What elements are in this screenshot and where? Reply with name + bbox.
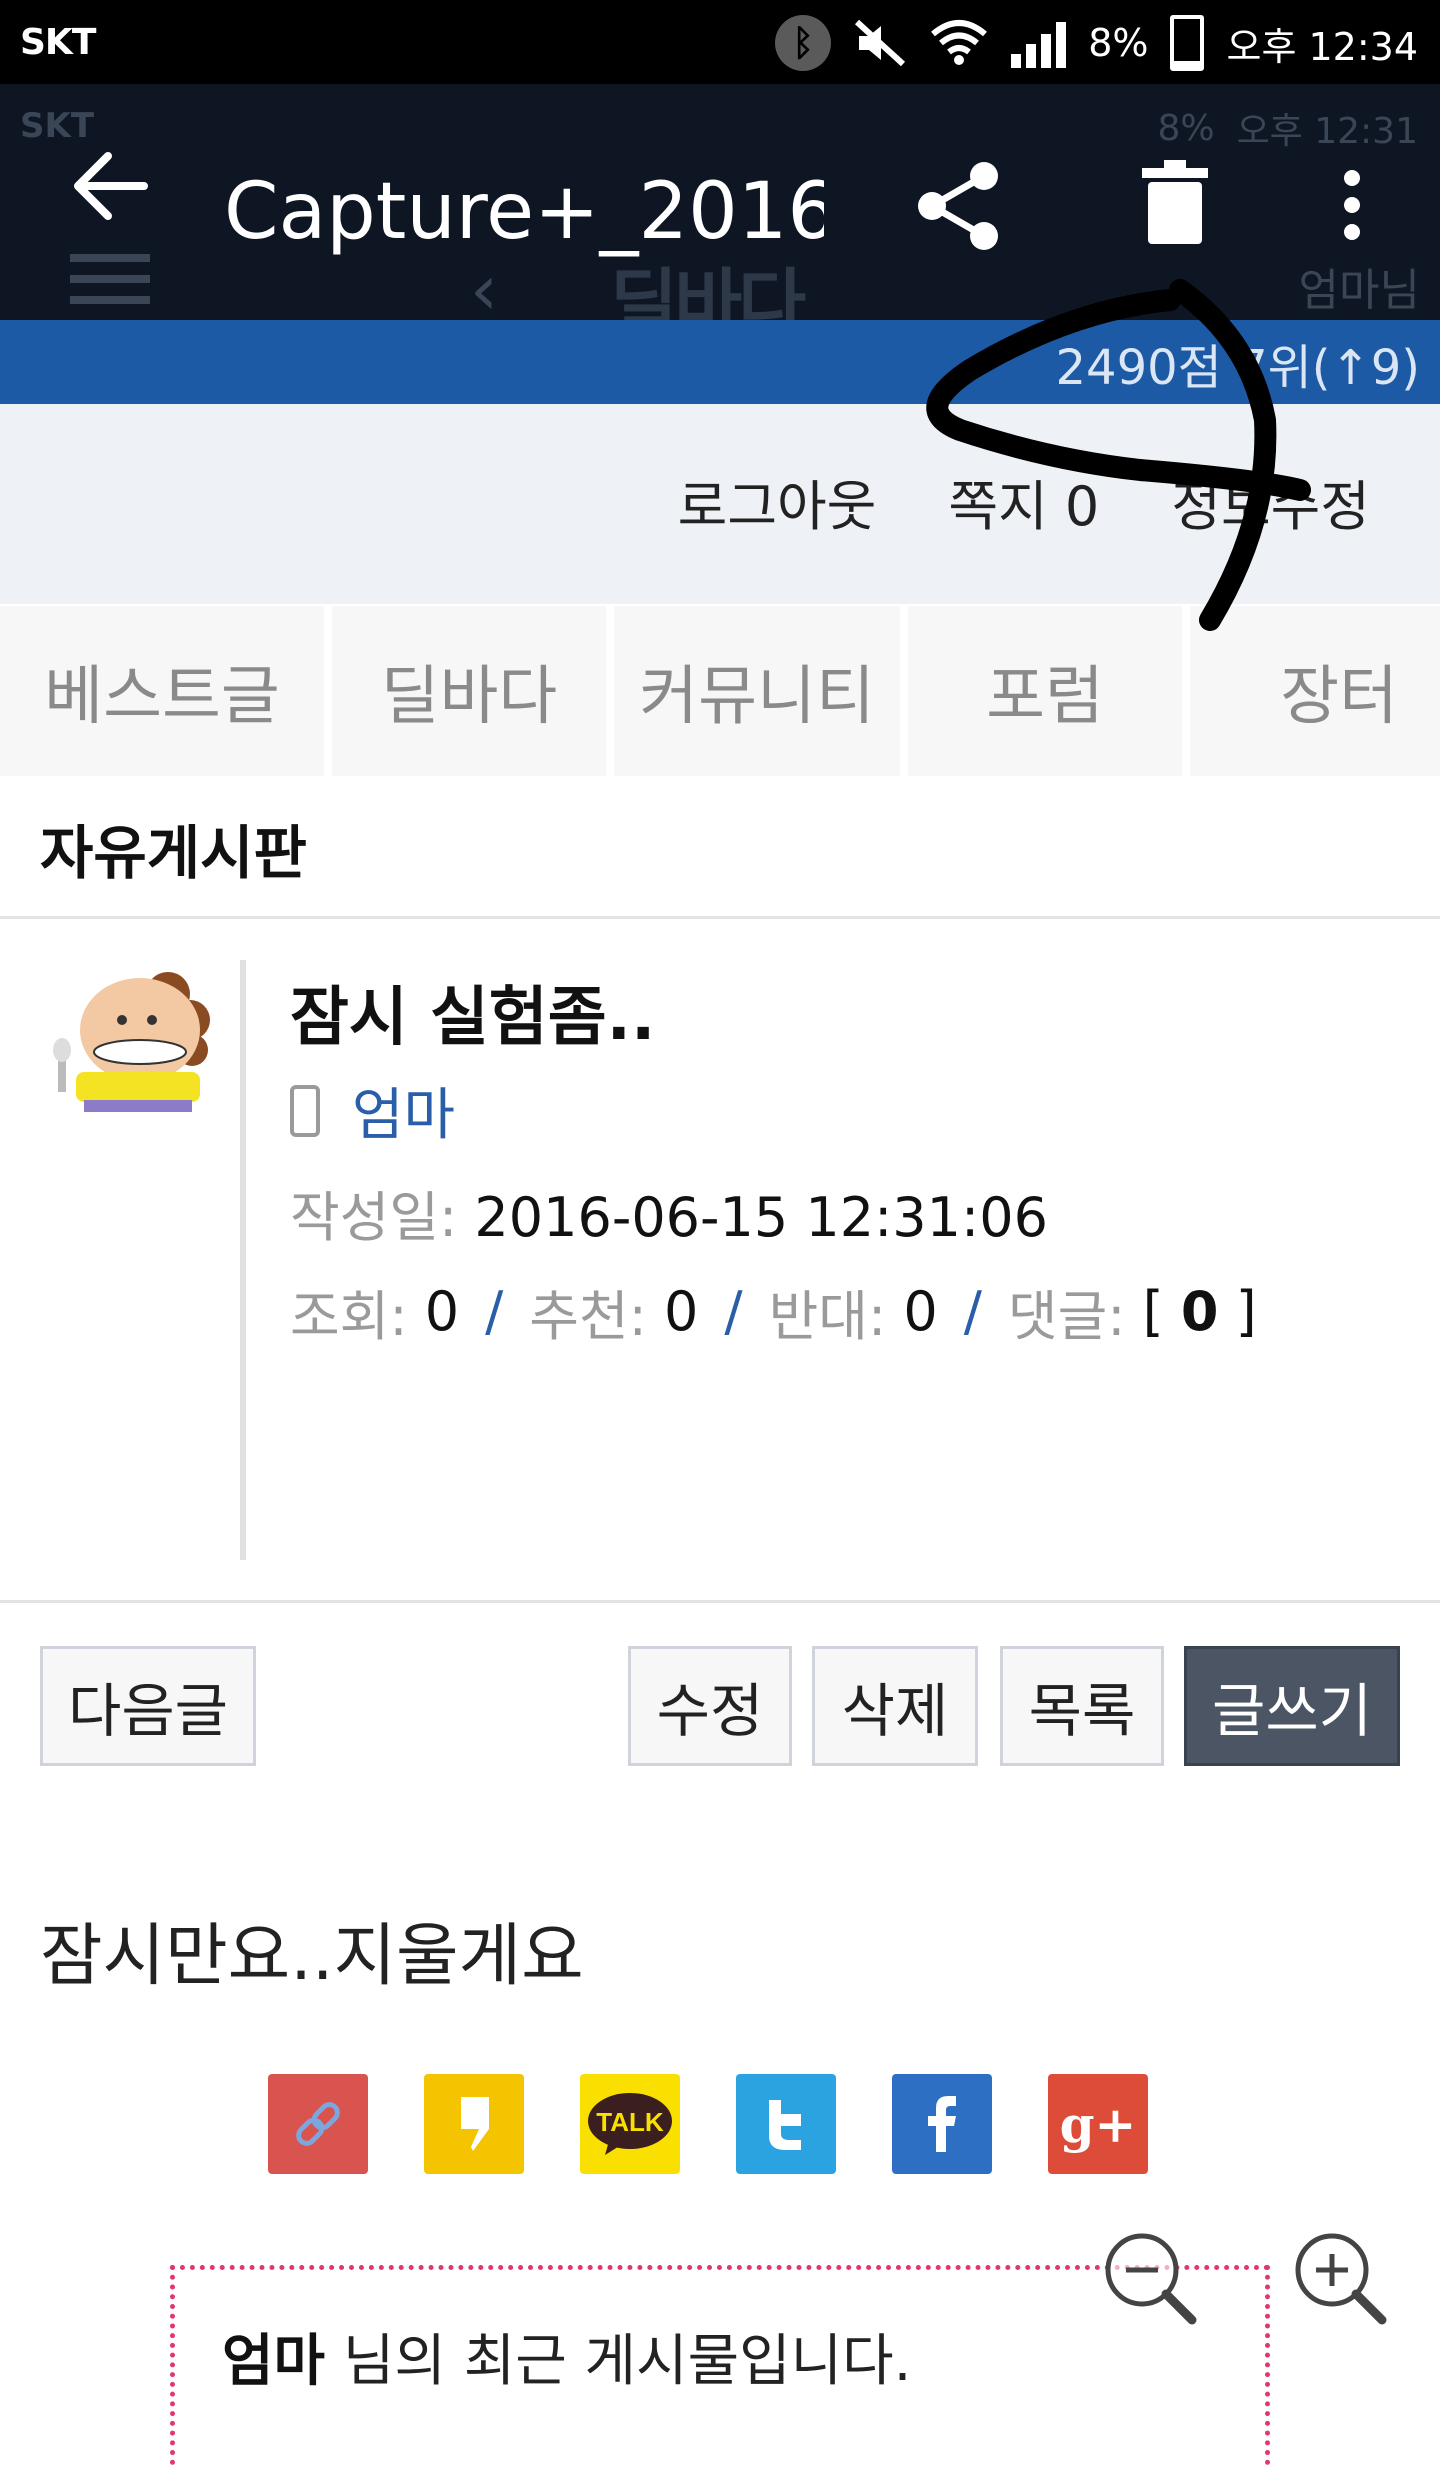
- points-rank: 2490점 7위(↑9): [1055, 340, 1420, 396]
- kakaotalk-icon[interactable]: TALK: [580, 2074, 680, 2174]
- more-vert-icon[interactable]: [1338, 168, 1366, 242]
- chevron-left-icon: ‹: [470, 249, 498, 331]
- status-bar: SKT ᛒ 8% 오후 12:34: [0, 0, 1440, 84]
- action-bar: Capture+_2016-06-15-12-31-07: [0, 84, 1440, 257]
- battery-icon: [1170, 15, 1205, 71]
- user-links: 로그아웃 쪽지 0 정보수정: [678, 462, 1370, 541]
- back-arrow-icon[interactable]: [70, 146, 150, 226]
- nav-tabs: 베스트글 딜바다 커뮤니티 포럼 장터: [0, 606, 1440, 776]
- zoom-in-icon[interactable]: [1290, 2228, 1390, 2328]
- recent-user: 엄마: [222, 2329, 326, 2394]
- date-value: 2016-06-15 12:31:06: [474, 1186, 1048, 1249]
- points-bar: 2490점 7위(↑9): [0, 320, 1440, 404]
- board-title: 자유게시판: [40, 819, 307, 887]
- messages-link[interactable]: 쪽지 0: [948, 462, 1099, 541]
- kakaostory-icon[interactable]: [424, 2074, 524, 2174]
- menu-icon: [70, 254, 150, 304]
- avatar: [53, 972, 210, 1112]
- status-icons: ᛒ 8% 오후 12:34: [775, 14, 1418, 72]
- recent-posts-heading: 엄마 님의 최근 게시물입니다.: [222, 2316, 911, 2397]
- link-icon[interactable]: [268, 2074, 368, 2174]
- clock: 오후 12:34: [1226, 24, 1418, 69]
- write-button[interactable]: 글쓰기: [1184, 1646, 1400, 1766]
- recommend-label: 추천:: [529, 1285, 647, 1348]
- post-header-border: [240, 960, 246, 1560]
- post-date: 작성일: 2016-06-15 12:31:06: [290, 1173, 1048, 1252]
- divider: [0, 916, 1440, 919]
- tab-best[interactable]: 베스트글: [0, 606, 332, 776]
- comments-value: 0: [1180, 1280, 1219, 1343]
- comments-label: 댓글:: [1007, 1285, 1126, 1348]
- logout-link[interactable]: 로그아웃: [678, 462, 877, 541]
- divider-slash: /: [724, 1280, 743, 1343]
- tab-forum[interactable]: 포럼: [908, 606, 1190, 776]
- author-link[interactable]: 엄마: [352, 1070, 455, 1151]
- mute-icon: [855, 19, 906, 67]
- oppose-label: 반대:: [768, 1285, 887, 1348]
- post-author: 엄마: [290, 1070, 455, 1151]
- views-label: 조회:: [290, 1285, 408, 1348]
- twitter-icon[interactable]: [736, 2074, 836, 2174]
- divider: [0, 1600, 1440, 1603]
- user-links-bar: 로그아웃 쪽지 0 정보수정: [0, 404, 1440, 604]
- capture-title: Capture+_2016-06-15-12-31-07: [224, 167, 824, 257]
- post-content: 잠시만요..지울게요: [40, 1917, 584, 1996]
- googleplus-icon[interactable]: g+: [1048, 2074, 1148, 2174]
- tab-community[interactable]: 커뮤니티: [614, 606, 908, 776]
- oppose-value: 0: [903, 1280, 938, 1343]
- divider-slash: /: [485, 1280, 504, 1343]
- signal-icon: [1011, 18, 1067, 68]
- carrier-label: SKT: [20, 22, 96, 63]
- next-post-button[interactable]: 다음글: [40, 1646, 256, 1766]
- bluetooth-icon: ᛒ: [775, 15, 832, 71]
- list-button[interactable]: 목록: [1000, 1646, 1164, 1766]
- recommend-value: 0: [664, 1280, 699, 1343]
- ghost-username: 엄마님: [1298, 265, 1420, 316]
- post-stats: 조회: 0 / 추천: 0 / 반대: 0 / 댓글: [ 0 ]: [290, 1272, 1257, 1351]
- trash-icon[interactable]: [1140, 160, 1210, 246]
- tab-dealbada[interactable]: 딜바다: [332, 606, 614, 776]
- battery-percent: 8%: [1088, 21, 1149, 65]
- tab-market[interactable]: 장터: [1190, 606, 1440, 776]
- post-title: 잠시 실험좀..: [290, 981, 656, 1055]
- comments-close: ]: [1235, 1280, 1257, 1343]
- kakaotalk-label: TALK: [596, 2107, 664, 2137]
- edit-profile-link[interactable]: 정보수정: [1171, 462, 1370, 541]
- facebook-icon[interactable]: [892, 2074, 992, 2174]
- comments-open: [: [1142, 1280, 1164, 1343]
- zoom-out-icon[interactable]: [1100, 2228, 1200, 2328]
- share-icon[interactable]: [910, 158, 1006, 254]
- wifi-icon: [931, 20, 988, 65]
- views-value: 0: [424, 1280, 460, 1343]
- googleplus-label: g+: [1059, 2094, 1137, 2154]
- date-label: 작성일:: [290, 1186, 458, 1249]
- delete-button[interactable]: 삭제: [812, 1646, 978, 1766]
- divider-slash: /: [963, 1280, 982, 1343]
- mobile-phone-icon: [290, 1084, 320, 1137]
- recent-suffix: 님의 최근 게시물입니다.: [325, 2329, 912, 2394]
- edit-button[interactable]: 수정: [628, 1646, 792, 1766]
